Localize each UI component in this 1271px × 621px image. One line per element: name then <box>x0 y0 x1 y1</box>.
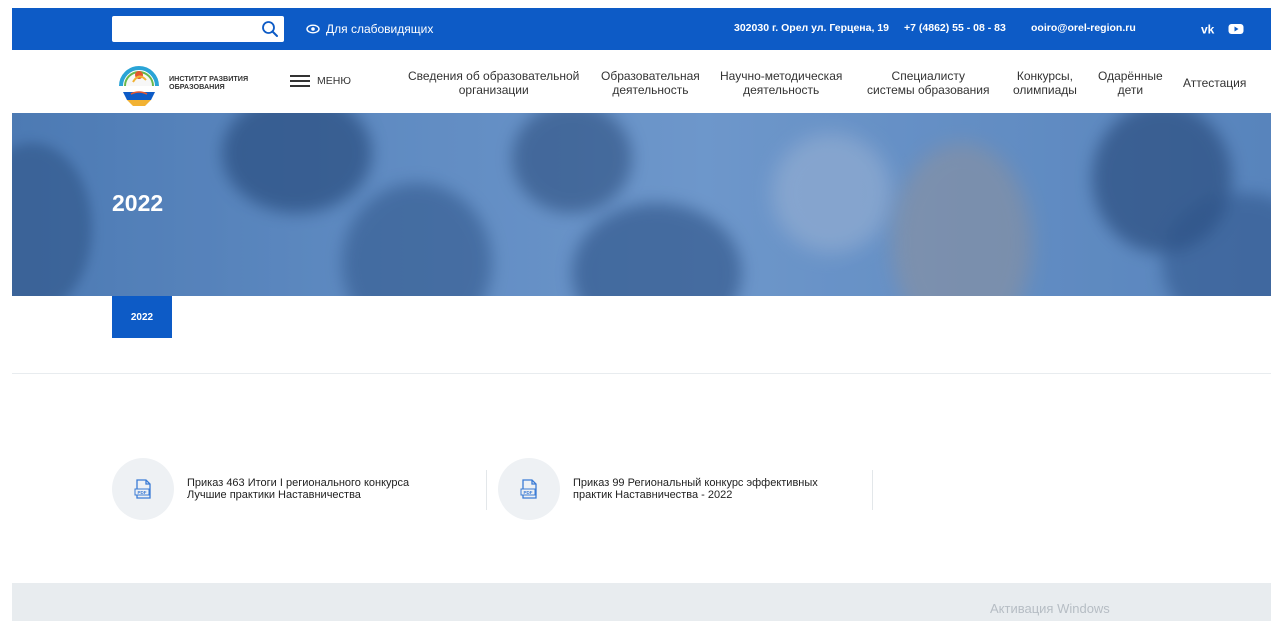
document-title: Приказ 463 Итоги I регионального конкурс… <box>187 477 410 501</box>
document-item[interactable]: PDF Приказ 99 Региональный конкурс эффек… <box>498 458 843 520</box>
tab-year-2022[interactable]: 2022 <box>112 296 172 338</box>
svg-text:vk: vk <box>1201 23 1215 37</box>
email-link[interactable]: ooiro@orel-region.ru <box>1031 22 1136 34</box>
search-icon[interactable] <box>260 19 280 39</box>
pdf-icon: PDF <box>134 479 151 499</box>
eye-icon <box>306 24 320 34</box>
menu-button[interactable]: МЕНЮ <box>290 75 351 87</box>
nav-item-methodology[interactable]: Научно-методическая деятельность <box>720 69 842 97</box>
phone-link[interactable]: +7 (4862) 55 - 08 - 83 <box>904 22 1006 34</box>
document-item[interactable]: PDF Приказ 463 Итоги I регионального кон… <box>112 458 457 520</box>
vk-icon[interactable]: vk <box>1201 21 1219 37</box>
windows-activation-watermark: Активация Windows <box>990 601 1110 616</box>
low-vision-label: Для слабовидящих <box>326 22 434 36</box>
page: Для слабовидящих 302030 г. Орел ул. Герц… <box>12 8 1271 621</box>
youtube-icon[interactable] <box>1227 21 1245 37</box>
hero-overlay <box>12 113 1271 296</box>
hero-banner: 2022 <box>12 113 1271 296</box>
document-separator <box>872 470 873 510</box>
nav-item-specialist[interactable]: Специалисту системы образования <box>867 69 990 97</box>
pdf-icon: PDF <box>520 479 537 499</box>
logo-icon[interactable] <box>115 56 163 108</box>
nav-item-certification[interactable]: Аттестация <box>1183 76 1246 90</box>
menu-label: МЕНЮ <box>317 75 351 87</box>
divider <box>12 373 1271 374</box>
low-vision-link[interactable]: Для слабовидящих <box>306 21 433 37</box>
nav-item-contests[interactable]: Конкурсы, олимпиады <box>1013 69 1077 97</box>
svg-text:PDF: PDF <box>524 490 533 495</box>
address-text: 302030 г. Орел ул. Герцена, 19 <box>734 22 889 34</box>
document-separator <box>486 470 487 510</box>
document-icon-circle: PDF <box>498 458 560 520</box>
document-icon-circle: PDF <box>112 458 174 520</box>
main-header: ИНСТИТУТ РАЗВИТИЯ ОБРАЗОВАНИЯ МЕНЮ Сведе… <box>12 50 1271 113</box>
search-input[interactable] <box>112 16 268 42</box>
nav-item-gifted[interactable]: Одарённые дети <box>1098 69 1163 97</box>
top-bar: Для слабовидящих 302030 г. Орел ул. Герц… <box>12 8 1271 50</box>
nav-item-education[interactable]: Образовательная деятельность <box>601 69 700 97</box>
hamburger-icon <box>290 75 310 87</box>
search-box <box>112 16 284 42</box>
svg-text:PDF: PDF <box>138 490 147 495</box>
nav-item-organization[interactable]: Сведения об образовательной организации <box>408 69 579 97</box>
document-title: Приказ 99 Региональный конкурс эффективн… <box>573 477 818 501</box>
logo-text: ИНСТИТУТ РАЗВИТИЯ ОБРАЗОВАНИЯ <box>169 74 249 91</box>
page-title: 2022 <box>112 190 164 216</box>
